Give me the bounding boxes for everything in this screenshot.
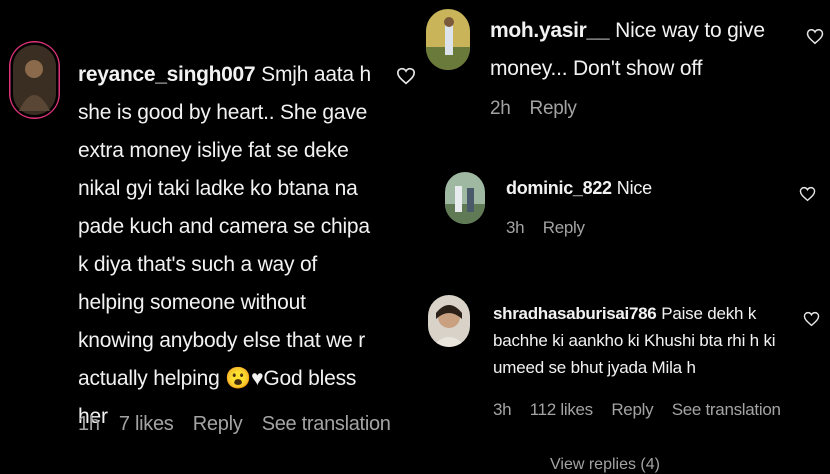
see-translation-button[interactable]: See translation — [262, 413, 391, 435]
view-replies-button[interactable]: View replies (4) — [550, 456, 660, 474]
heart-outline-icon[interactable] — [799, 186, 816, 202]
comment-username[interactable]: moh.yasir__ — [490, 19, 610, 42]
avatar[interactable] — [428, 295, 470, 347]
comment-username[interactable]: shradhasaburisai786 — [493, 304, 657, 323]
see-translation-button[interactable]: See translation — [672, 400, 781, 419]
comment-text: Smjh aata h she is good by heart.. She g… — [78, 63, 372, 428]
comment-username[interactable]: reyance_singh007 — [78, 63, 256, 86]
avatar[interactable] — [9, 41, 60, 119]
comment-text: Nice — [616, 178, 652, 198]
avatar[interactable] — [445, 172, 485, 224]
comment-time: 3h — [506, 218, 525, 237]
heart-outline-icon[interactable] — [806, 28, 824, 45]
avatar[interactable] — [426, 9, 470, 70]
heart-outline-icon[interactable] — [396, 67, 416, 85]
comment-likes[interactable]: 7 likes — [119, 413, 174, 435]
comment-time: 2h — [490, 98, 511, 119]
comment-likes[interactable]: 112 likes — [530, 400, 593, 419]
reply-button[interactable]: Reply — [543, 218, 585, 237]
comment-time: 1h — [78, 413, 100, 435]
comment-username[interactable]: dominic_822 — [506, 178, 612, 198]
reply-button[interactable]: Reply — [611, 400, 653, 419]
comment-time: 3h — [493, 400, 512, 419]
comment-meta: 2h Reply — [490, 98, 591, 120]
reply-button[interactable]: Reply — [530, 98, 577, 119]
comment-item: reyance_singh007 Smjh aata h she is good… — [0, 0, 420, 466]
comment-meta: 3h 112 likes Reply See translation — [493, 400, 795, 420]
heart-outline-icon[interactable] — [803, 311, 820, 327]
comment-meta: 3h Reply — [506, 218, 599, 238]
reply-button[interactable]: Reply — [193, 413, 243, 435]
comment-meta: 1h 7 likes Reply See translation — [78, 413, 405, 436]
